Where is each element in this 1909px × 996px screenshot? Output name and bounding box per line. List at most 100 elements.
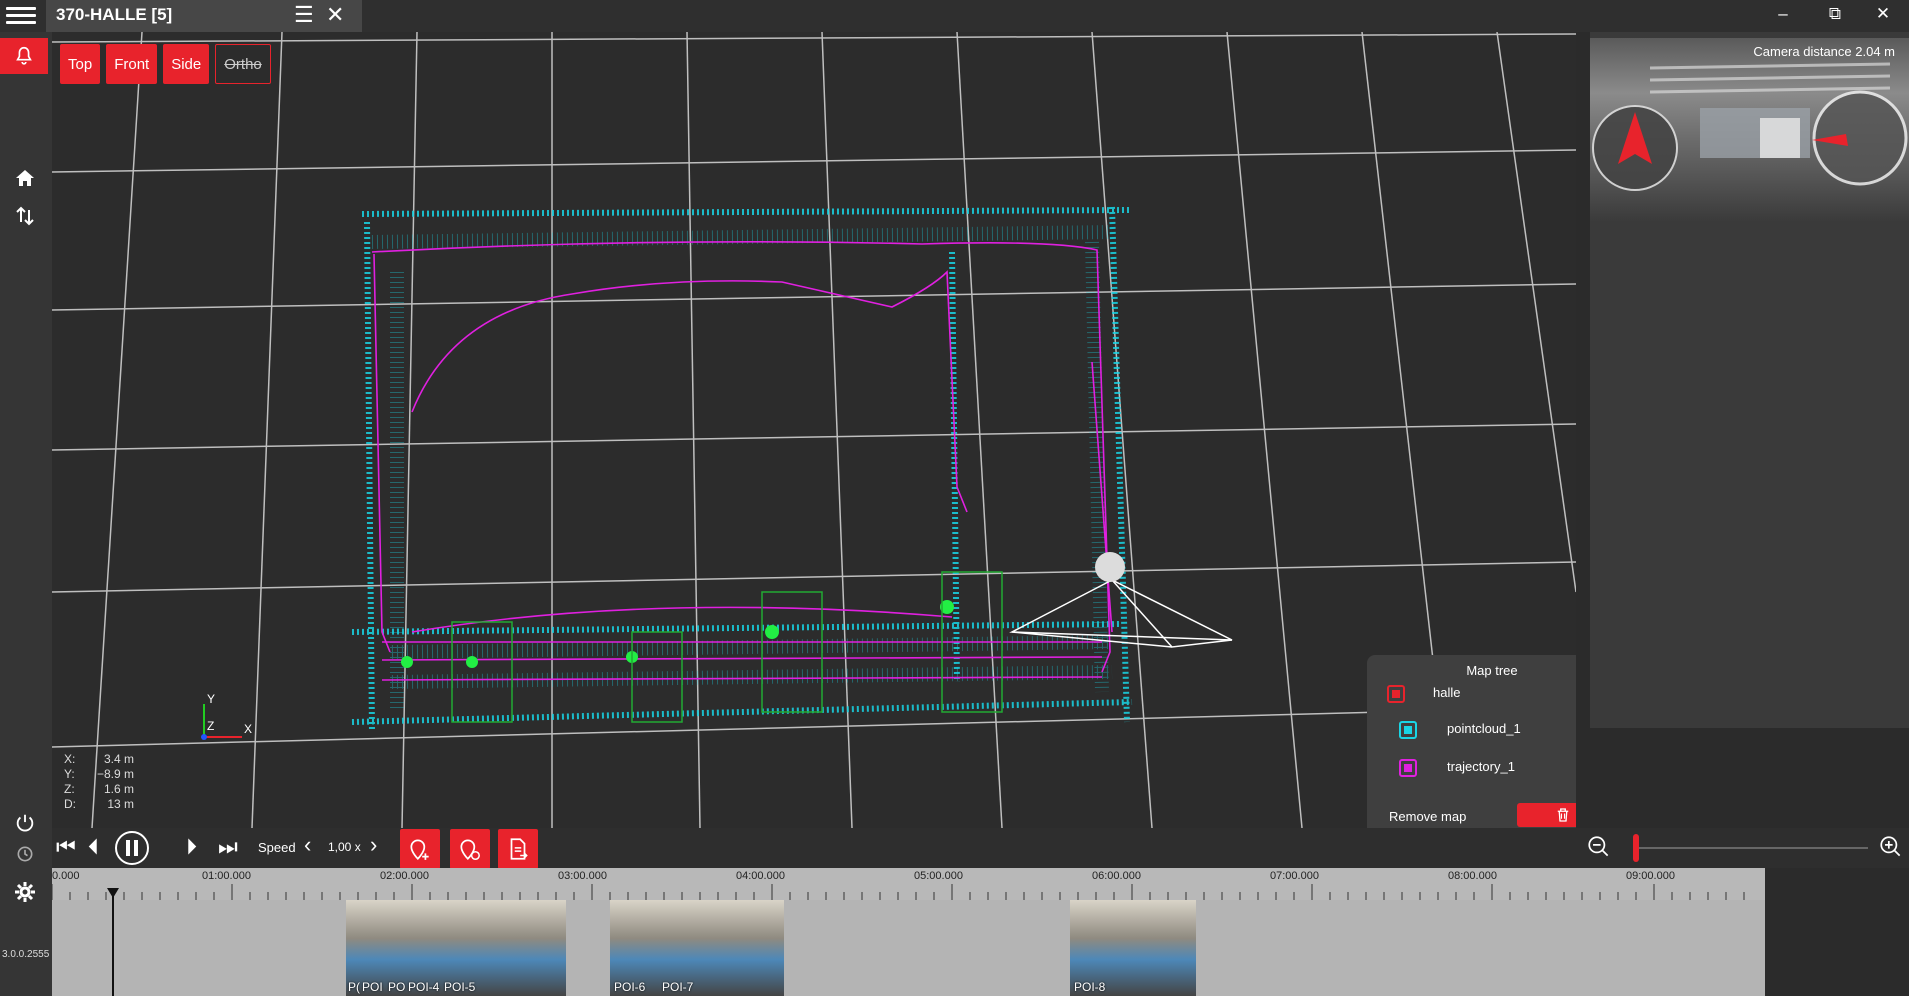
3d-viewport[interactable]: Y Z X Top Front Side Ortho X: 3.4 m Y: −8.… [52,32,1576,828]
poi-thumbnail-group[interactable]: P( POI PO POI-4 POI-5 [346,900,566,996]
poi-label: POI-4 [408,980,440,994]
poi-timer-button[interactable] [450,829,490,869]
poi-label: POI-5 [444,980,476,994]
minimize-button[interactable]: – [1768,4,1798,24]
playhead-marker-icon[interactable] [107,888,119,898]
coord-z-key: Z: [64,782,75,796]
hamburger-menu-icon[interactable] [6,3,36,29]
pause-button[interactable] [114,830,150,872]
coord-x-value: 3.4 m [103,752,134,766]
remove-map-label: Remove map [1389,809,1467,824]
add-poi-button[interactable] [400,829,440,869]
tick-label: 07:00.000 [1270,870,1319,882]
tick-label: 04:00.000 [736,870,785,882]
poi-track[interactable] [52,900,1765,996]
zoom-slider-track[interactable] [1634,847,1868,849]
poi-label: POI-8 [1074,980,1106,994]
speed-decrease-icon[interactable]: ‹ [304,832,311,858]
view-top-button[interactable]: Top [60,44,101,84]
zoom-out-icon[interactable] [1586,834,1612,866]
map-tree-item-pointcloud[interactable]: pointcloud_1 ‹ [1367,715,1576,747]
playhead[interactable] [112,890,114,996]
side-panel: Camera distance 2.04 m [1590,32,1909,728]
poi-label: POI-6 [614,980,646,994]
gear-icon[interactable] [10,880,40,910]
speed-label: Speed [258,840,296,855]
skip-to-start-icon[interactable]: ⏮ [56,834,76,860]
poi-thumbnail-group[interactable]: POI-6 POI-7 [610,900,784,996]
close-window-button[interactable]: ✕ [1868,4,1898,24]
axis-x-label: X [244,722,253,736]
poi-thumbnail[interactable]: POI-8 [1070,900,1196,996]
skip-to-end-icon[interactable]: ⏭ [218,834,238,860]
map-tree-title: Map tree [1466,663,1518,678]
panorama-image [1592,62,1908,191]
axis-z-label: Z [207,719,215,733]
map-tree-label: halle [1433,685,1461,700]
tick-label: 03:00.000 [558,870,607,882]
coord-d-value: 13 m [107,797,134,811]
coord-z-value: 1.6 m [103,782,134,796]
remove-map-button[interactable] [1517,803,1576,827]
bell-icon [16,46,32,65]
pause-icon [115,831,149,865]
compass-icon [1592,105,1678,191]
view-mode-buttons: Top Front Side Ortho [60,44,271,84]
map-tree-label: pointcloud_1 [1447,721,1521,736]
step-forward-icon[interactable]: ⏵ [186,834,197,860]
map-tree-panel: Map tree — halle ⌄ pointcloud_1 ‹ trajec… [1367,655,1576,828]
title-bar: 370-HALLE [5] ☰ ✕ – ⧉ ✕ [0,0,1909,32]
export-report-button[interactable] [498,829,538,869]
left-toolbar: 3.0.0.2555 [0,32,52,996]
view-front-button[interactable]: Front [106,44,158,84]
view-side-button[interactable]: Side [163,44,210,84]
speed-value: 1,00 x [328,840,361,854]
poi-label: PO [388,980,406,994]
step-back-icon[interactable]: ⏴ [88,834,99,860]
point-cloud-canvas [52,32,1576,828]
camera-distance-label: Camera distance 2.04 m [1753,44,1895,59]
timeline[interactable]: 0.000 01:00.000 02:00.000 03:00.000 04:0… [52,868,1909,996]
project-title: 370-HALLE [5] [56,5,173,24]
tick-label: 01:00.000 [202,870,251,882]
tick-label: 05:00.000 [914,870,963,882]
timeline-ruler[interactable]: 0.000 01:00.000 02:00.000 03:00.000 04:0… [52,868,1765,900]
map-tree-item-halle[interactable]: halle ⌄ [1367,677,1576,709]
add-poi-icon [410,839,429,860]
up-down-arrows-icon[interactable] [10,204,40,234]
playback-bar: ⏮ ⏴ ⏵ ⏭ Speed ‹ 1,00 x › [52,828,1909,869]
tick-label: 06:00.000 [1092,870,1141,882]
speed-increase-icon[interactable]: › [370,832,377,858]
panorama-view[interactable]: Camera distance 2.04 m [1590,38,1909,222]
view-ortho-button[interactable]: Ortho [215,44,271,84]
coord-x-key: X: [64,752,76,766]
power-icon[interactable] [10,812,40,842]
poi-label: P( [348,980,360,994]
coord-y-key: Y: [64,767,75,781]
list-icon[interactable]: ☰ [294,2,314,28]
project-tab[interactable]: 370-HALLE [5] ☰ ✕ [46,0,362,32]
layer-color-swatch[interactable] [1399,721,1417,739]
restore-button[interactable]: ⧉ [1820,4,1850,24]
tick-label: 08:00.000 [1448,870,1497,882]
layer-color-swatch[interactable] [1399,759,1417,777]
poi-timer-icon [460,839,480,861]
coord-d-key: D: [64,797,76,811]
coordinate-readout: X: 3.4 m Y: −8.9 m Z: 1.6 m D: 13 m [64,752,134,812]
trash-icon [1557,808,1569,822]
tick-label: 0.000 [52,870,80,882]
layer-color-swatch[interactable] [1387,685,1405,703]
tick-label: 09:00.000 [1626,870,1675,882]
home-icon[interactable] [10,166,40,196]
close-tab-icon[interactable]: ✕ [326,2,344,28]
notification-bell-button[interactable] [0,38,48,74]
map-tree-item-trajectory[interactable]: trajectory_1 ‹ [1367,753,1576,785]
zoom-in-icon[interactable] [1878,834,1904,866]
axis-y-label: Y [207,692,216,706]
zoom-slider-handle[interactable] [1633,834,1639,862]
history-icon[interactable] [10,844,40,874]
camera-position-marker [1095,552,1125,582]
tick-label: 02:00.000 [380,870,429,882]
version-label: 3.0.0.2555 [2,949,50,960]
orientation-dial-icon [1812,90,1908,186]
